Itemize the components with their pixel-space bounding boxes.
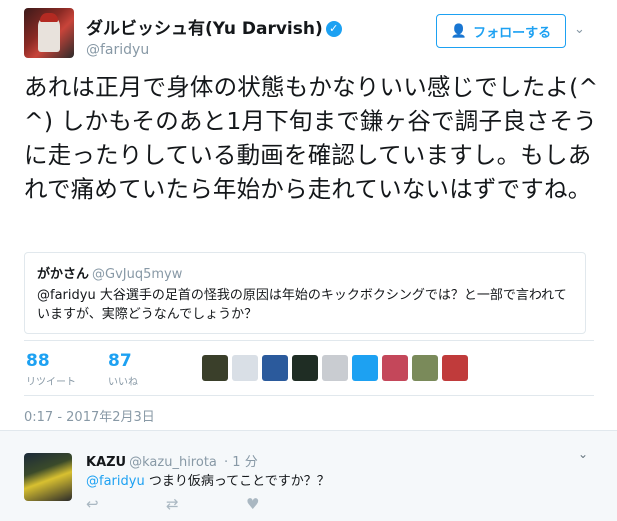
like-count: 87 [108, 351, 132, 371]
liker-avatar[interactable] [322, 355, 348, 381]
reply-mention[interactable]: @faridyu [86, 474, 145, 489]
reply-icon[interactable]: ↩ [86, 495, 166, 513]
author-username[interactable]: @faridyu [86, 42, 342, 58]
quoted-tweet[interactable]: がかさん @GvJuq5myw @faridyu 大谷選手の足首の怪我の原因は年始… [24, 252, 586, 334]
person-add-icon: 👤 [450, 23, 468, 39]
liker-avatar[interactable] [262, 355, 288, 381]
retweet-count: 88 [26, 351, 50, 371]
avatar-cap [40, 13, 58, 22]
tweet-menu-caret-icon[interactable]: ⌄ [574, 22, 585, 37]
liker-avatar[interactable] [412, 355, 438, 381]
tweet-text: あれは正月で身体の状態もかなりいい感じでしたよ(^^) しかもそのあと1月下旬ま… [24, 73, 599, 203]
reply-body: つまり仮病ってことですか？？ [144, 474, 330, 489]
reply-actions: ↩ ⇄ ♥ [86, 495, 326, 513]
liker-avatar[interactable] [382, 355, 408, 381]
reply-menu-caret-icon[interactable]: ⌄ [578, 447, 588, 461]
like-label: いいね [108, 377, 138, 388]
tweet-header: ダルビッシュ有(Yu Darvish) ✓ @faridyu 👤 フォローする ⌄ [24, 8, 594, 58]
liker-avatar[interactable] [352, 355, 378, 381]
quoted-tweet-text: @faridyu 大谷選手の足首の怪我の原因は年始のキックボクシングでは？と一部… [37, 288, 567, 322]
reply-header: KAZU @kazu_hirota · 1 分 [86, 451, 258, 470]
author-name-block[interactable]: ダルビッシュ有(Yu Darvish) ✓ @faridyu [86, 14, 342, 58]
follow-button[interactable]: 👤 フォローする [436, 14, 566, 48]
reply-text: @faridyu つまり仮病ってことですか？？ [86, 470, 330, 489]
follow-label: フォローする [473, 25, 552, 41]
author-fullname[interactable]: ダルビッシュ有(Yu Darvish) ✓ [86, 14, 342, 39]
reply-time[interactable]: · 1 分 [224, 455, 258, 470]
retweet-stat[interactable]: 88 リツイート [26, 351, 76, 388]
tweet-stats: 88 リツイート 87 いいね [24, 340, 594, 396]
verified-badge-icon: ✓ [325, 21, 342, 37]
tweet-timestamp[interactable]: 0:17 - 2017年2月3日 [24, 406, 155, 425]
retweet-icon[interactable]: ⇄ [166, 495, 246, 513]
reply-section: KAZU @kazu_hirota · 1 分 @faridyu つまり仮病ってこ… [0, 430, 617, 521]
author-avatar[interactable] [24, 8, 74, 58]
reply-author-avatar[interactable] [24, 453, 72, 501]
liker-avatars [202, 355, 468, 381]
quoted-tweet-header: がかさん @GvJuq5myw [37, 263, 573, 282]
retweet-label: リツイート [26, 377, 76, 388]
reply-author-name[interactable]: KAZU [86, 455, 126, 470]
liker-avatar[interactable] [202, 355, 228, 381]
quoted-author-username[interactable]: @GvJuq5myw [92, 267, 182, 282]
quoted-author-name[interactable]: がかさん [37, 267, 89, 282]
like-stat[interactable]: 87 いいね [108, 351, 138, 388]
like-icon[interactable]: ♥ [246, 495, 326, 513]
liker-avatar[interactable] [232, 355, 258, 381]
display-name[interactable]: ダルビッシュ有(Yu Darvish) [86, 19, 323, 39]
liker-avatar[interactable] [292, 355, 318, 381]
reply-author-username[interactable]: @kazu_hirota [129, 455, 217, 470]
liker-avatar[interactable] [442, 355, 468, 381]
